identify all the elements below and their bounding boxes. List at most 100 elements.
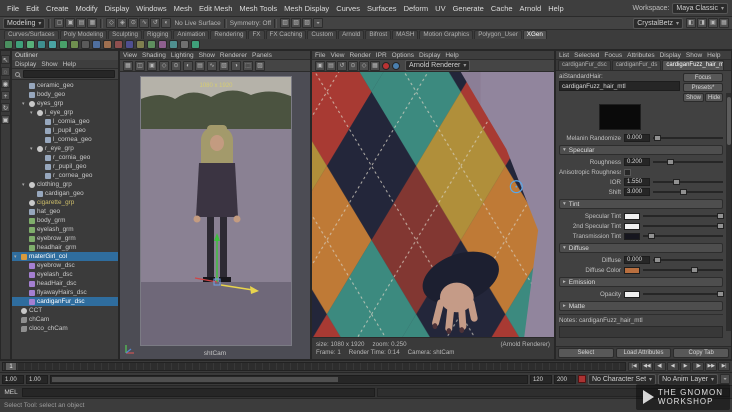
outliner-item[interactable]: r_cornea_geo	[12, 171, 118, 180]
menu-item[interactable]: Edit	[23, 4, 42, 13]
menu-item[interactable]: Curves	[333, 4, 363, 13]
show-button[interactable]: Show	[683, 93, 705, 102]
outliner-item[interactable]: cardiganFur_dsc	[12, 297, 118, 306]
outliner-item[interactable]: l_cornea_geo	[12, 135, 118, 144]
menu-item[interactable]: File	[4, 4, 22, 13]
material-swatch[interactable]	[599, 104, 641, 130]
viewport-toolbar-icon[interactable]: ◫	[135, 60, 145, 71]
status-icon[interactable]: ▢	[54, 18, 65, 28]
panel-menu-item[interactable]: List	[559, 52, 569, 59]
outliner-item[interactable]: headhair_grm	[12, 243, 118, 252]
outliner-item[interactable]: body_geo	[12, 90, 118, 99]
panel-menu-item[interactable]: Panels	[252, 52, 272, 59]
shelf-tab[interactable]: FX Caching	[265, 30, 307, 39]
roughness-field[interactable]: 0.200	[624, 158, 650, 166]
roughness-slider[interactable]	[653, 158, 723, 166]
workspace-dropdown[interactable]: Maya Classic ▾	[672, 2, 728, 14]
outliner-item[interactable]: r_pupil_geo	[12, 162, 118, 171]
menu-item[interactable]: Edit Mesh	[196, 4, 235, 13]
status-icon[interactable]: ◇	[106, 18, 117, 28]
outliner-item[interactable]: ▾ r_eye_grp	[12, 144, 118, 153]
outliner-item[interactable]: l_cornia_geo	[12, 117, 118, 126]
panel-menu-item[interactable]: Lighting	[171, 52, 194, 59]
ior-slider[interactable]	[653, 178, 723, 186]
render-image[interactable]	[312, 72, 554, 337]
render-toolbar-icon[interactable]: ▤	[326, 60, 336, 71]
outliner-item[interactable]: flyawayHairs_dsc	[12, 288, 118, 297]
transport-button[interactable]: ▶|	[718, 362, 730, 371]
expand-caret-icon[interactable]: ▾	[22, 182, 27, 188]
menu-item[interactable]: Create	[43, 4, 72, 13]
shelf-tool-icon[interactable]	[92, 40, 101, 49]
menu-item[interactable]: Modify	[73, 4, 101, 13]
outliner-item[interactable]: r_cornia_geo	[12, 153, 118, 162]
diffuse-color-swatch[interactable]	[624, 266, 640, 274]
shelf-tab[interactable]: Motion Graphics	[419, 30, 474, 39]
character-set-dropdown[interactable]: No Character Set ▾	[587, 373, 657, 385]
outliner-item[interactable]: CCT	[12, 306, 118, 315]
playback-start-field[interactable]: 1.00	[2, 374, 24, 384]
menu-item[interactable]: Mesh	[171, 4, 195, 13]
shelf-tool-icon[interactable]	[59, 40, 68, 49]
transmission-tint-swatch[interactable]	[624, 232, 640, 240]
viewport-toolbar-icon[interactable]: ▦	[123, 60, 133, 71]
shelf-tool-icon[interactable]	[103, 40, 112, 49]
outliner-item[interactable]: chCam	[12, 315, 118, 324]
outliner-item[interactable]: headHair_dsc	[12, 279, 118, 288]
range-start-field[interactable]: 1.00	[26, 374, 48, 384]
transport-button[interactable]: |◀	[628, 362, 640, 371]
status-icon[interactable]: ▣	[708, 18, 718, 28]
status-icon[interactable]: ▧	[291, 18, 302, 28]
shelf-tab[interactable]: Curves/Surfaces	[4, 30, 59, 39]
transport-button[interactable]: ◀	[666, 362, 679, 371]
search-input[interactable]	[23, 70, 115, 78]
tool-icon[interactable]: ▣	[1, 115, 10, 124]
status-icon[interactable]: ◨	[697, 18, 707, 28]
shelf-tool-icon[interactable]	[125, 40, 134, 49]
panel-menu-item[interactable]: Display	[660, 52, 681, 59]
menu-item[interactable]: Mesh Tools	[236, 4, 280, 13]
shelf-tool-icon[interactable]	[114, 40, 123, 49]
second-specular-tint-slider[interactable]	[643, 222, 724, 230]
command-language-toggle[interactable]: MEL	[2, 389, 20, 396]
attribute-editor-tab[interactable]: cardiganFuzz_hair_mtl	[662, 60, 725, 70]
menu-item[interactable]: Arnold	[517, 4, 545, 13]
panel-menu-item[interactable]: Display	[419, 52, 440, 59]
opacity-swatch[interactable]	[624, 290, 640, 298]
panel-menu-item[interactable]: Options	[392, 52, 414, 59]
tool-icon[interactable]: +	[1, 91, 10, 100]
viewport-toolbar-icon[interactable]: ◐	[183, 60, 193, 71]
shelf-tab[interactable]: Polygon_User	[474, 30, 522, 39]
panel-menu-item[interactable]: Render	[349, 52, 370, 59]
shelf-tool-icon[interactable]	[70, 40, 79, 49]
command-input[interactable]	[22, 387, 375, 397]
shift-field[interactable]: 3.000	[624, 188, 650, 196]
select-button[interactable]: Select	[558, 348, 614, 358]
shelf-tool-icon[interactable]	[4, 40, 13, 49]
status-icon[interactable]: ◒	[313, 18, 324, 28]
render-toolbar-icon[interactable]: ⊙	[348, 60, 358, 71]
panel-menu-item[interactable]: Focus	[604, 52, 622, 59]
transport-button[interactable]: ◀◀	[640, 362, 653, 371]
panel-menu-item[interactable]: Help	[445, 52, 458, 59]
section-emission[interactable]: ▸ Emission	[559, 277, 723, 287]
panel-menu-item[interactable]: View	[123, 52, 137, 59]
menu-item[interactable]: Deform	[401, 4, 432, 13]
outliner-item[interactable]: cigarette_grp	[12, 198, 118, 207]
viewport-canvas[interactable]: 1080 x 1920 shtCam	[120, 72, 310, 359]
custom-menu-dropdown[interactable]: CrystalBetz ▾	[633, 17, 683, 29]
ipr-start-icon[interactable]	[392, 61, 400, 70]
menu-item[interactable]: Display	[102, 4, 133, 13]
outliner-item[interactable]: eyelash_grm	[12, 225, 118, 234]
expand-caret-icon[interactable]: ▾	[30, 110, 35, 116]
focus-button[interactable]: Focus	[683, 73, 723, 82]
status-icon[interactable]: ◈	[117, 18, 128, 28]
transport-button[interactable]: ▶▶	[705, 362, 718, 371]
outliner-item[interactable]: ▾ l_eye_grp	[12, 108, 118, 117]
hide-button[interactable]: Hide	[705, 93, 724, 102]
attribute-editor-scrollbar[interactable]	[726, 93, 731, 331]
shelf-tool-icon[interactable]	[48, 40, 57, 49]
status-icon[interactable]: ▦	[719, 18, 729, 28]
render-toolbar-icon[interactable]: ▣	[315, 60, 325, 71]
menu-item[interactable]: Help	[545, 4, 566, 13]
